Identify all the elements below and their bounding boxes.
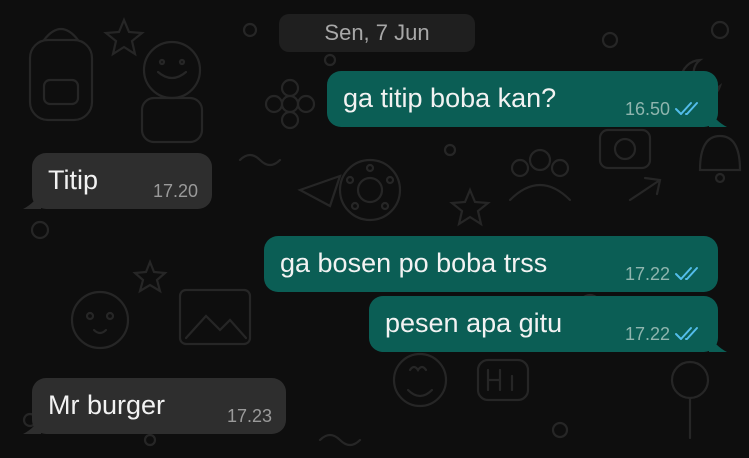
message-text: Mr burger [48, 390, 166, 420]
message-meta: 17.22 [625, 324, 704, 344]
double-check-read-icon [675, 267, 698, 280]
message-time: 16.50 [624, 99, 670, 119]
message-text: pesen apa gitu [385, 308, 563, 338]
bubble-tail [23, 416, 41, 434]
message-text: ga bosen po boba trss [280, 248, 548, 278]
chat-view[interactable]: Sen, 7 Jun ga titip boba kan? 16.50 Titi… [0, 0, 749, 458]
message-outgoing[interactable]: ga bosen po boba trss 17.22 [264, 236, 718, 292]
message-time: 17.22 [624, 264, 670, 284]
message-text: ga titip boba kan? [343, 83, 557, 113]
message-meta: 17.22 [625, 264, 704, 284]
message-outgoing[interactable]: ga titip boba kan? 16.50 [327, 71, 727, 127]
message-meta: 17.20 [153, 181, 198, 201]
message-time: 17.20 [152, 181, 198, 201]
message-text: Titip [48, 165, 99, 195]
message-outgoing[interactable]: pesen apa gitu 17.22 [369, 296, 727, 352]
double-check-read-icon [675, 102, 698, 115]
message-incoming[interactable]: Mr burger 17.23 [23, 378, 286, 434]
date-separator: Sen, 7 Jun [279, 14, 475, 52]
double-check-read-icon [675, 327, 698, 340]
message-time: 17.22 [624, 324, 670, 344]
bubble-tail [709, 109, 727, 127]
bubble-tail [709, 334, 727, 352]
message-incoming[interactable]: Titip 17.20 [23, 153, 212, 209]
message-time: 17.23 [226, 406, 272, 426]
message-meta: 16.50 [625, 99, 704, 119]
bubble-tail [23, 191, 41, 209]
message-meta: 17.23 [227, 406, 272, 426]
